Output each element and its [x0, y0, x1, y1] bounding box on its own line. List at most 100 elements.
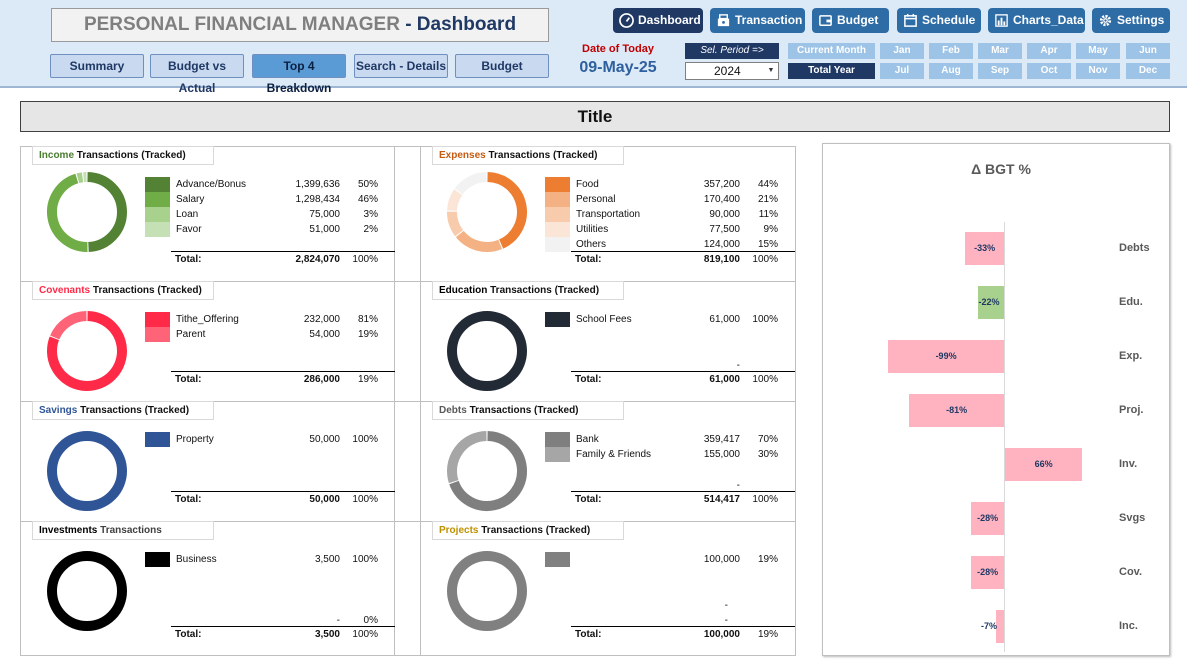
savings-total-rule — [171, 491, 395, 492]
schedule-button[interactable]: Schedule — [897, 8, 981, 33]
debts-legend-amount: 359,417 — [703, 434, 740, 445]
chart-category-label: Edu. — [1119, 296, 1143, 308]
covenants-total-label: Total: — [175, 374, 202, 385]
debts-total-pct: 100% — [752, 494, 778, 505]
charts-data-button-label: Charts_Data — [1013, 13, 1084, 27]
covenants-legend-swatch — [145, 327, 170, 342]
month-nov-button[interactable]: Nov — [1076, 63, 1120, 79]
year-select[interactable]: 2024 ▼ — [685, 62, 779, 80]
tab-search-details[interactable]: Search - Details — [354, 54, 448, 78]
month-apr-button[interactable]: Apr — [1027, 43, 1071, 59]
month-aug-button[interactable]: Aug — [929, 63, 973, 79]
settings-button-label: Settings — [1117, 13, 1165, 27]
investments-empty-amount: - — [336, 615, 340, 626]
income-title-category: Income — [39, 150, 75, 161]
projects-donut-chart — [447, 551, 527, 631]
debts-legend-pct: 70% — [757, 434, 778, 445]
debts-title-category: Debts — [439, 405, 467, 416]
expenses-donut-slice — [447, 211, 464, 237]
income-total-amount: 2,824,070 — [295, 254, 341, 265]
expenses-legend-swatch — [545, 222, 570, 237]
month-jan-button[interactable]: Jan — [880, 43, 924, 59]
covenants-total-amount: 286,000 — [303, 374, 340, 385]
savings-title-rest: Transactions (Tracked) — [77, 405, 190, 416]
education-title-rest: Transactions (Tracked) — [487, 285, 600, 296]
income-legend-pct: 50% — [357, 179, 378, 190]
chart-category-label: Proj. — [1119, 404, 1144, 416]
debts-legend-swatch — [545, 432, 570, 447]
savings-panel-title: Savings Transactions (Tracked) — [32, 401, 214, 420]
delta-budget-chart: Δ BGT % -33% Debts -22% Edu. -99% Exp. -81% Pro… — [822, 143, 1170, 656]
expenses-legend-amount: 124,000 — [703, 239, 740, 250]
income-title-rest: Transactions (Tracked) — [74, 150, 186, 161]
covenants-title-rest: Transactions (Tracked) — [90, 285, 202, 296]
expenses-legend-amount: 170,400 — [703, 194, 740, 205]
expenses-donut-slice — [454, 172, 487, 195]
expenses-legend-amount: 357,200 — [703, 179, 740, 190]
dashboard-button-label: Dashboard — [638, 13, 701, 27]
month-oct-button[interactable]: Oct — [1027, 63, 1071, 79]
select-period-label: Sel. Period => — [685, 43, 779, 59]
chevron-down-icon[interactable]: ▼ — [765, 64, 777, 78]
dashboard-button[interactable]: Dashboard — [613, 8, 703, 33]
month-jul-button[interactable]: Jul — [880, 63, 924, 79]
debts-total-label: Total: — [575, 494, 602, 505]
income-legend-amount: 75,000 — [309, 209, 340, 220]
investments-legend-pct: 100% — [352, 554, 378, 565]
expenses-total-amount: 819,100 — [703, 254, 740, 265]
expenses-legend-swatch — [545, 237, 570, 252]
budget-button[interactable]: Budget — [812, 8, 889, 33]
education-panel-title: Education Transactions (Tracked) — [432, 281, 624, 300]
chart-data-label: -28% — [977, 567, 999, 577]
debts-legend-amount: 155,000 — [703, 449, 740, 460]
month-jun-button[interactable]: Jun — [1126, 43, 1170, 59]
month-sep-button[interactable]: Sep — [978, 63, 1022, 79]
projects-empty-amount: - — [724, 615, 728, 626]
education-legend-pct: 100% — [752, 314, 778, 325]
expenses-legend-amount: 77,500 — [709, 224, 740, 235]
chart-category-label: Exp. — [1119, 350, 1143, 362]
total-year-button[interactable]: Total Year — [788, 63, 875, 79]
tab-budget-vs-actual[interactable]: Budget vs Actual — [150, 54, 244, 95]
tab-summary[interactable]: Summary — [50, 54, 144, 78]
month-dec-button[interactable]: Dec — [1126, 63, 1170, 79]
income-total-pct: 100% — [352, 254, 378, 265]
investments-legend-amount: 3,500 — [314, 554, 340, 565]
expenses-legend-label: Personal — [576, 194, 616, 205]
chart-title: Δ BGT % — [971, 161, 1031, 177]
expenses-total-label: Total: — [575, 254, 602, 265]
debts-title-rest: Transactions (Tracked) — [466, 405, 579, 416]
month-feb-button[interactable]: Feb — [929, 43, 973, 59]
education-empty-amount: - — [736, 360, 740, 371]
debts-total-amount: 514,417 — [703, 494, 740, 505]
chart-category-label: Inc. — [1119, 620, 1138, 632]
covenants-legend-pct: 81% — [357, 314, 378, 325]
education-total-rule — [571, 371, 795, 372]
current-month-button[interactable]: Current Month — [788, 43, 875, 59]
education-donut-slice — [447, 311, 527, 391]
covenants-total-pct: 19% — [357, 374, 378, 385]
covenants-legend-label: Tithe_Offering — [176, 314, 239, 325]
year-select-value: 2024 — [714, 64, 741, 78]
settings-button[interactable]: Settings — [1092, 8, 1170, 33]
app-title-sub: - Dashboard — [405, 14, 517, 35]
projects-legend-pct: 19% — [757, 554, 778, 565]
savings-legend-swatch — [145, 432, 170, 447]
projects-legend-swatch — [545, 552, 570, 567]
education-total-amount: 61,000 — [709, 374, 740, 385]
investments-title-category: Investments — [39, 525, 98, 536]
education-donut-chart — [447, 311, 527, 391]
tab-top-4-breakdown[interactable]: Top 4 Breakdown — [252, 54, 346, 95]
cash-register-icon — [717, 14, 730, 27]
chart-category-label: Debts — [1119, 242, 1150, 254]
month-mar-button[interactable]: Mar — [978, 43, 1022, 59]
income-legend-amount: 51,000 — [309, 224, 340, 235]
transaction-button[interactable]: Transaction — [710, 8, 805, 33]
investments-total-pct: 100% — [352, 629, 378, 640]
education-legend-label: School Fees — [576, 314, 632, 325]
charts-data-button[interactable]: Charts_Data — [988, 8, 1085, 33]
tab-budget[interactable]: Budget — [455, 54, 549, 78]
month-may-button[interactable]: May — [1076, 43, 1120, 59]
covenants-panel-title: Covenants Transactions (Tracked) — [32, 281, 214, 300]
debts-legend-pct: 30% — [757, 449, 778, 460]
